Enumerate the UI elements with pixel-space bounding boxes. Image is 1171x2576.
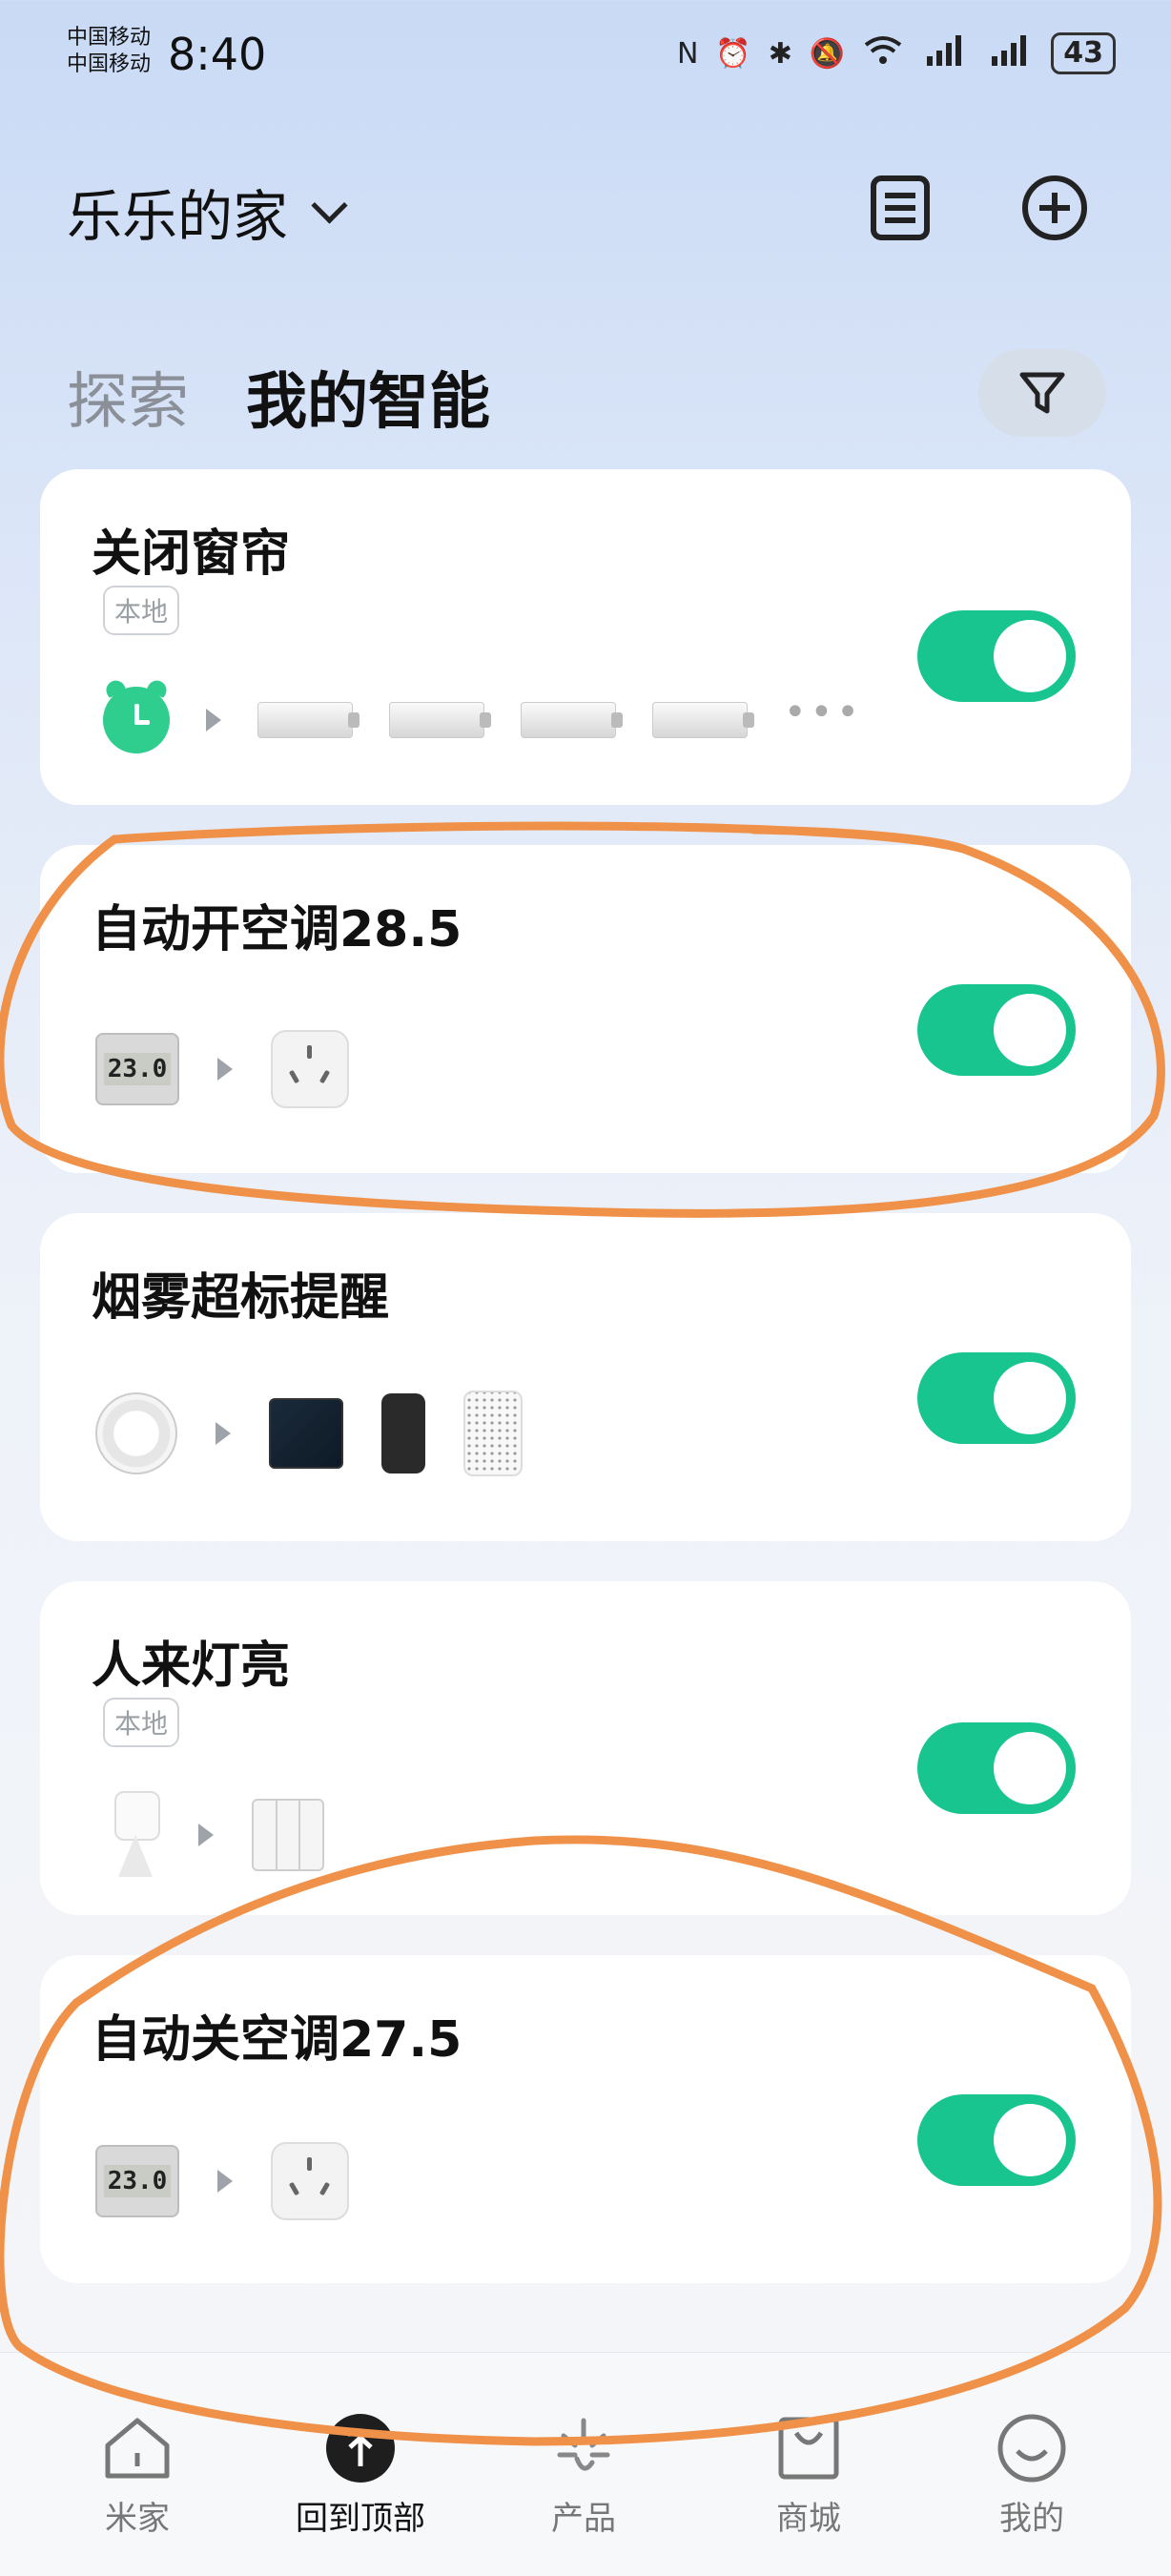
- scene-devices: [111, 1791, 324, 1879]
- filter-icon: [1019, 372, 1065, 414]
- signal-icon-2: [986, 33, 1034, 73]
- curtain-motor-icon: [521, 702, 623, 738]
- motion-sensor-icon: [111, 1791, 160, 1879]
- smart-speaker-icon: [381, 1393, 425, 1473]
- thermometer-icon: 23.0: [95, 1033, 179, 1105]
- house-icon: [105, 2418, 170, 2479]
- status-icons: N ⏰ ✱ 🔕 43: [677, 32, 1116, 74]
- arrow-right-icon: [217, 1058, 233, 1081]
- arrow-right-icon: [216, 1422, 231, 1445]
- nav-profile-label: 我的: [999, 2500, 1064, 2538]
- arrow-up-circle-icon: [326, 2414, 395, 2483]
- smart-plug-icon: [271, 1030, 349, 1108]
- thermometer-icon: 23.0: [95, 2145, 179, 2217]
- mute-icon: 🔕: [809, 36, 846, 71]
- scene-devices: •••: [103, 687, 863, 753]
- products-icon: [557, 2418, 610, 2471]
- nav-back-to-top-label: 回到顶部: [296, 2500, 425, 2538]
- alarm-status-icon: ⏰: [715, 36, 751, 71]
- local-badge: 本地: [103, 586, 180, 635]
- scene-toggle[interactable]: [917, 984, 1076, 1076]
- chevron-down-icon: [311, 186, 348, 224]
- list-icon: [871, 175, 930, 240]
- tab-my-smart[interactable]: 我的智能: [246, 353, 490, 441]
- scene-card-close-curtain[interactable]: 关闭窗帘 本地 •••: [40, 469, 1131, 805]
- local-badge: 本地: [103, 1698, 180, 1747]
- scene-devices: 23.0: [95, 1030, 349, 1108]
- smart-plug-icon: [271, 2142, 349, 2220]
- air-purifier-icon: [463, 1391, 523, 1476]
- scene-toggle[interactable]: [917, 1352, 1076, 1444]
- scene-title: 自动关空调27.5: [92, 2011, 462, 2069]
- nav-home-label: 米家: [105, 2500, 170, 2538]
- home-selector[interactable]: 乐乐的家: [67, 172, 348, 252]
- smoke-detector-icon: [95, 1392, 177, 1474]
- home-name: 乐乐的家: [67, 184, 289, 249]
- nav-home[interactable]: 米家: [51, 2410, 223, 2539]
- bluetooth-icon: ✱: [768, 36, 792, 71]
- scene-title: 自动开空调28.5: [92, 901, 462, 958]
- curtain-motor-icon: [389, 702, 491, 738]
- scene-card-auto-ac-on[interactable]: 自动开空调28.5 23.0: [40, 845, 1131, 1173]
- nav-back-to-top[interactable]: 回到顶部: [275, 2410, 446, 2539]
- scene-toggle[interactable]: [917, 2094, 1076, 2186]
- arrow-right-icon: [217, 2170, 233, 2193]
- plus-circle-icon: [1022, 175, 1087, 240]
- carrier-1: 中国移动: [67, 26, 152, 50]
- add-button[interactable]: [1017, 170, 1093, 246]
- more-dots-icon: •••: [784, 690, 863, 734]
- list-button[interactable]: [862, 170, 938, 246]
- nav-mall-label: 商城: [776, 2500, 841, 2538]
- nav-products-label: 产品: [551, 2500, 616, 2538]
- filter-button[interactable]: [978, 349, 1106, 437]
- scene-devices: [95, 1391, 523, 1476]
- curtain-motor-icon: [652, 702, 754, 738]
- carrier-labels: 中国移动 中国移动: [67, 25, 151, 78]
- bottom-nav: 米家 回到顶部 产品 商城 我的: [0, 2352, 1171, 2576]
- carrier-2: 中国移动: [67, 52, 152, 76]
- scene-card-smoke-alert[interactable]: 烟雾超标提醒: [40, 1213, 1131, 1541]
- curtain-motor-icon: [257, 702, 360, 738]
- scene-card-motion-light[interactable]: 人来灯亮 本地: [40, 1581, 1131, 1915]
- nav-mall[interactable]: 商城: [723, 2410, 894, 2539]
- wifi-icon: [862, 33, 904, 73]
- tab-explore[interactable]: 探索: [67, 353, 189, 441]
- alarm-clock-icon: [103, 687, 170, 753]
- shopping-bag-icon: [778, 2417, 839, 2480]
- scene-card-auto-ac-off[interactable]: 自动关空调27.5 23.0: [40, 1955, 1131, 2283]
- scene-devices: 23.0: [95, 2142, 349, 2220]
- nav-products[interactable]: 产品: [498, 2410, 669, 2539]
- battery-indicator: 43: [1051, 32, 1116, 74]
- scene-toggle[interactable]: [917, 1722, 1076, 1814]
- status-time: 8:40: [168, 29, 267, 80]
- arrow-right-icon: [206, 709, 221, 732]
- arrow-right-icon: [198, 1824, 214, 1846]
- scene-toggle[interactable]: [917, 610, 1076, 702]
- wall-switch-icon: [252, 1799, 324, 1871]
- nav-profile[interactable]: 我的: [946, 2410, 1118, 2539]
- nfc-icon: N: [676, 36, 699, 71]
- smart-display-icon: [269, 1398, 343, 1469]
- scene-title: 人来灯亮: [92, 1638, 291, 1695]
- signal-icon-1: [921, 33, 969, 73]
- scene-title: 关闭窗帘: [92, 526, 291, 583]
- scene-title: 烟雾超标提醒: [92, 1269, 390, 1327]
- smile-face-icon: [997, 2414, 1066, 2483]
